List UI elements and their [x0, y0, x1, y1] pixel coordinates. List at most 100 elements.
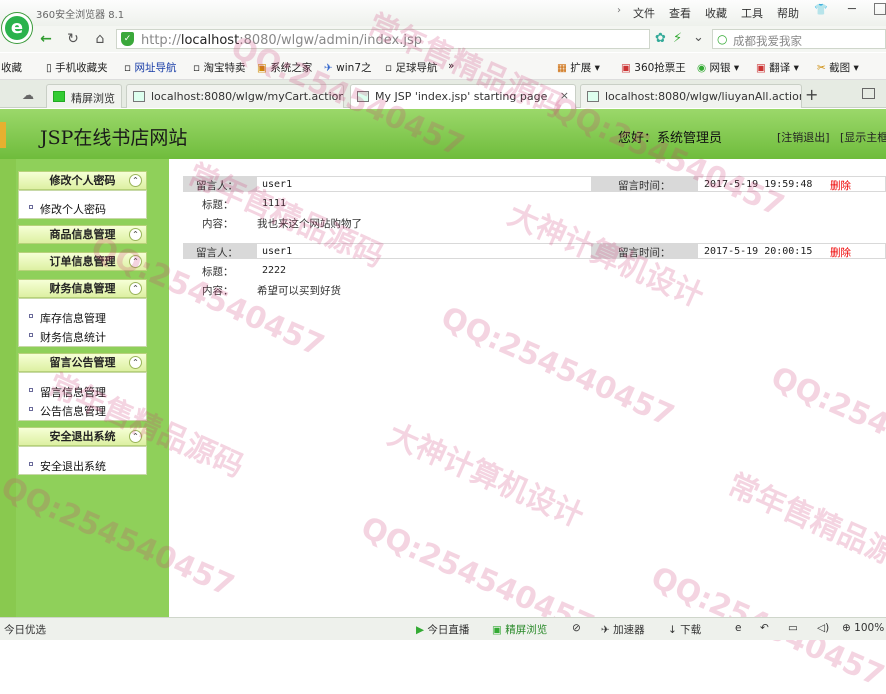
scissors-icon: ✂ — [817, 62, 826, 74]
status-today-picks[interactable]: 今日优选 — [4, 622, 46, 637]
tab-fullscreen-browse[interactable]: 精屏浏览 — [46, 84, 122, 108]
ticket-app-button[interactable]: ▣ 360抢票王 — [621, 60, 686, 75]
bookmark-url-nav[interactable]: ▫ 网址导航 — [124, 60, 176, 75]
bullet-icon — [29, 205, 33, 209]
speed-mode-icon[interactable]: ⚡ — [673, 31, 682, 46]
status-undo-icon[interactable]: ↶ — [760, 622, 769, 634]
restore-tabs-icon[interactable] — [862, 88, 875, 99]
address-bar[interactable]: ✓ http://localhost:8080/wlgw/admin/index… — [116, 29, 650, 49]
status-ie-icon[interactable]: e — [735, 622, 741, 634]
bookmark-mobile-favorites[interactable]: ▯ 手机收藏夹 — [46, 60, 108, 75]
rocket-icon: ✈ — [601, 624, 610, 636]
phone-icon: ▯ — [46, 62, 52, 74]
minimize-icon[interactable]: ─ — [848, 2, 856, 17]
status-helper-icon[interactable]: ⊘ — [572, 622, 581, 634]
screenshot-button[interactable]: ✂ 截图 ▾ — [817, 60, 859, 75]
status-fullscreen[interactable]: ▣ 精屏浏览 — [492, 622, 547, 637]
cloud-icon[interactable]: ☁ — [22, 88, 34, 102]
url-path: :8080/wlgw/admin/index.jsp — [239, 33, 422, 48]
bullet-icon — [29, 407, 33, 411]
menu-favorites[interactable]: 收藏 — [705, 5, 727, 21]
bullet-icon — [29, 388, 33, 392]
sidebar-item-finance-stats[interactable]: 财务信息统计 — [40, 329, 106, 345]
sidebar-section-orders[interactable]: 订单信息管理 ⌃ — [18, 252, 147, 271]
menu-file[interactable]: 文件 — [633, 5, 655, 21]
search-box[interactable]: ○ 成都我爱我家 — [712, 29, 886, 49]
delete-link[interactable]: 删除 — [830, 178, 851, 193]
show-main-frame-link[interactable]: [显示主框架] — [840, 129, 886, 145]
bookmark-taobao[interactable]: ▫ 淘宝特卖 — [193, 60, 245, 75]
sidebar-section-products[interactable]: 商品信息管理 ⌃ — [18, 225, 147, 244]
sidebar-item-messages[interactable]: 留言信息管理 — [40, 384, 106, 400]
sidebar-item-change-password[interactable]: 修改个人密码 — [40, 201, 106, 217]
maximize-icon[interactable] — [874, 3, 886, 15]
bookmark-favorites[interactable]: 收藏 — [1, 60, 22, 75]
section-title: 订单信息管理 — [49, 255, 116, 268]
status-accelerator[interactable]: ✈ 加速器 — [601, 622, 645, 637]
bookmark-win7[interactable]: ✈ win7之 — [324, 60, 372, 75]
sidebar-section-finance[interactable]: 财务信息管理 ⌃ — [18, 279, 147, 298]
search-input[interactable]: 成都我爱我家 — [733, 33, 802, 49]
new-tab-button[interactable]: + — [805, 85, 818, 104]
content-label: 内容： — [202, 285, 234, 297]
title-value: 1111 — [262, 198, 287, 209]
bank-button[interactable]: ◉ 网银 ▾ — [697, 60, 739, 75]
collapse-icon[interactable]: ⌃ — [129, 282, 142, 295]
author-label: 留言人： — [196, 247, 238, 259]
sidebar-item-exit[interactable]: 安全退出系统 — [40, 458, 106, 474]
page-icon — [357, 91, 369, 102]
play-icon: ▶ — [416, 624, 425, 636]
author-cell — [256, 176, 592, 192]
shirt-icon[interactable]: 👕 — [814, 3, 828, 16]
menu-view[interactable]: 查看 — [669, 5, 691, 21]
zoom-icon: ⊕ — [842, 622, 851, 634]
logout-link[interactable]: [注销退出] — [777, 129, 830, 145]
sidebar-item-inventory[interactable]: 库存信息管理 — [40, 310, 106, 326]
collapse-icon[interactable]: ⌃ — [129, 174, 142, 187]
fullscreen-icon: ▣ — [492, 624, 502, 636]
page-icon — [587, 91, 599, 102]
bookmarks-more[interactable]: » — [448, 60, 454, 72]
status-sound-icon[interactable]: ◁) — [817, 622, 829, 634]
collapse-icon[interactable]: ⌃ — [129, 356, 142, 369]
tab-liuyan-all[interactable]: localhost:8080/wlgw/liuyanAll.action — [580, 84, 802, 108]
status-download[interactable]: ↓ 下载 — [668, 622, 701, 637]
left-strip — [0, 159, 16, 617]
chevron-right-icon[interactable]: › — [617, 5, 621, 16]
window-title: 360安全浏览器 8.1 — [36, 10, 125, 21]
status-zoom[interactable]: ⊕ 100% — [842, 622, 884, 634]
grid-icon: ▦ — [557, 62, 567, 74]
content-label: 内容： — [202, 218, 234, 230]
back-icon[interactable]: ← — [37, 30, 55, 48]
bookmark-football[interactable]: ▫ 足球导航 — [385, 60, 437, 75]
status-live[interactable]: ▶ 今日直播 — [416, 622, 469, 637]
tab-icon — [53, 91, 65, 102]
screenshot-label: 截图 — [829, 62, 851, 74]
sidebar-section-messages[interactable]: 留言公告管理 ⌃ — [18, 353, 147, 372]
home-icon[interactable]: ⌂ — [91, 30, 109, 48]
chevron-down-icon[interactable]: ⌄ — [693, 30, 704, 45]
collapse-icon[interactable]: ⌃ — [129, 228, 142, 241]
menu-help[interactable]: 帮助 — [777, 5, 799, 21]
page-icon: ▫ — [385, 62, 393, 74]
sidebar-item-announcements[interactable]: 公告信息管理 — [40, 403, 106, 419]
compat-mode-icon[interactable]: ✿ — [655, 31, 666, 46]
delete-link[interactable]: 删除 — [830, 245, 851, 260]
menu-tools[interactable]: 工具 — [741, 5, 763, 21]
translate-button[interactable]: ▣ 翻译 ▾ — [756, 60, 799, 75]
tab-mycart[interactable]: localhost:8080/wlgw/myCart.action — [126, 84, 344, 108]
status-window-icon[interactable]: ▭ — [788, 622, 798, 634]
bank-label: 网银 — [709, 62, 731, 74]
close-tab-icon[interactable]: × — [560, 89, 569, 102]
refresh-icon[interactable]: ↻ — [64, 30, 82, 48]
sidebar-section-exit[interactable]: 安全退出系统 ⌃ — [18, 427, 147, 446]
section-title: 修改个人密码 — [49, 174, 116, 187]
collapse-icon[interactable]: ⌃ — [129, 255, 142, 268]
extensions-button[interactable]: ▦ 扩展 ▾ — [557, 60, 600, 75]
tab-index-jsp[interactable]: My JSP 'index.jsp' starting page × — [350, 84, 576, 109]
collapse-icon[interactable]: ⌃ — [129, 430, 142, 443]
url-text: http://localhost:8080/wlgw/admin/index.j… — [141, 33, 422, 48]
bookmark-system-home[interactable]: ▣ 系统之家 — [257, 60, 312, 75]
bullet-icon — [29, 333, 33, 337]
sidebar-section-password[interactable]: 修改个人密码 ⌃ — [18, 171, 147, 190]
